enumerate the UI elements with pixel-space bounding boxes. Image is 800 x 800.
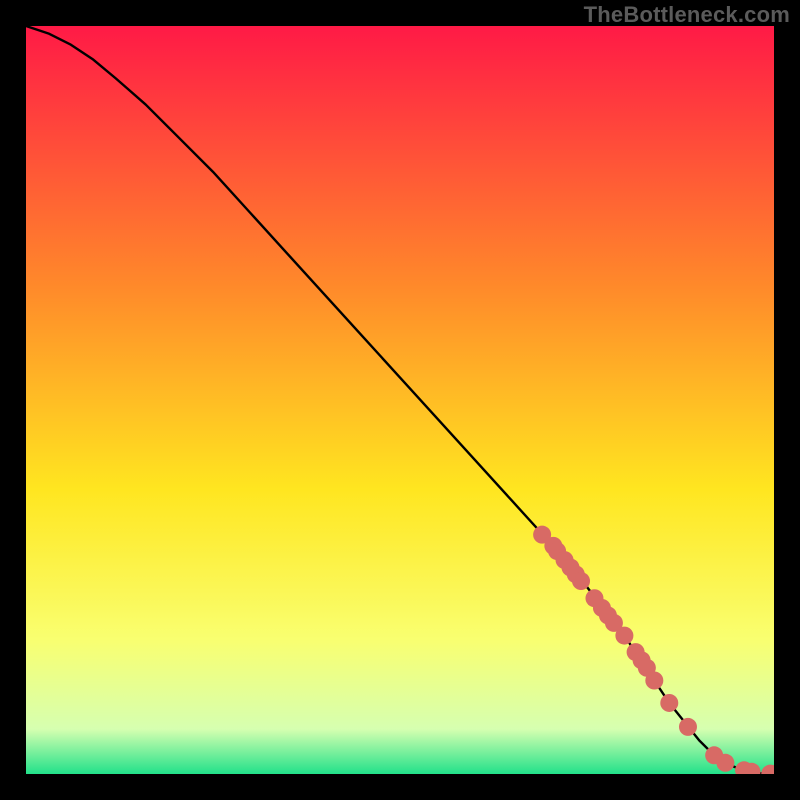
plot-area <box>26 26 774 774</box>
gradient-background <box>26 26 774 774</box>
chart-frame: TheBottleneck.com <box>0 0 800 800</box>
marker-point <box>572 572 590 590</box>
marker-point <box>679 718 697 736</box>
attribution-text: TheBottleneck.com <box>584 2 790 28</box>
marker-point <box>615 627 633 645</box>
marker-point <box>645 672 663 690</box>
marker-point <box>660 694 678 712</box>
chart-svg <box>26 26 774 774</box>
marker-point <box>716 754 734 772</box>
